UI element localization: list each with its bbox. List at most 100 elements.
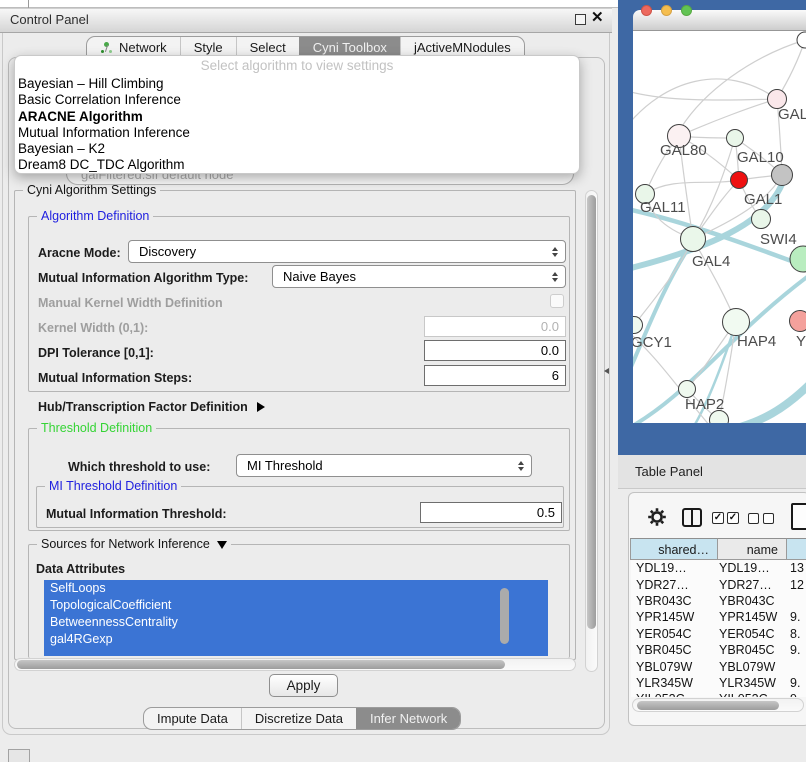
mi-type-value: Naive Bayes: [273, 269, 546, 284]
dpi-tolerance-label: DPI Tolerance [0,1]:: [38, 346, 154, 360]
sources-collapse-header[interactable]: Sources for Network Inference: [37, 537, 231, 551]
mi-threshold-label: Mutual Information Threshold:: [46, 507, 227, 521]
mi-steps-label: Mutual Information Steps:: [38, 371, 192, 385]
attribute-list-item[interactable]: SelfLoops: [44, 580, 548, 597]
which-threshold-value: MI Threshold: [237, 458, 512, 473]
network-node-label: GAL4: [692, 253, 730, 270]
attributes-list-scrollbar[interactable]: [500, 588, 509, 644]
network-node[interactable]: [727, 130, 744, 147]
table-row[interactable]: YBL079WYBL079W: [631, 658, 806, 674]
float-window-icon[interactable]: [575, 14, 586, 25]
table-row[interactable]: YLR345WYLR345W9.: [631, 675, 806, 691]
manual-kernel-checkbox[interactable]: [550, 294, 564, 308]
attribute-list-item[interactable]: TopologicalCoefficient: [44, 597, 548, 614]
table-row[interactable]: YER054CYER054C8.: [631, 626, 806, 642]
network-node-label: GAL1: [744, 191, 782, 208]
algorithm-option[interactable]: Bayesian – K2: [15, 141, 579, 157]
table-row[interactable]: YDR27…YDR27…12: [631, 576, 806, 592]
splitter-arrow-icon[interactable]: [604, 368, 609, 374]
mi-threshold-field[interactable]: 0.5: [420, 502, 562, 523]
network-node[interactable]: [797, 32, 806, 48]
network-node-label: GAL7: [778, 106, 806, 123]
table-row[interactable]: YBR045CYBR045C9.: [631, 642, 806, 658]
table-row[interactable]: YBR043CYBR043C: [631, 593, 806, 609]
close-traffic-light[interactable]: [641, 5, 652, 16]
network-node-label: GAL11: [640, 199, 686, 216]
network-node[interactable]: [681, 227, 706, 252]
mi-threshold-group-title: MI Threshold Definition: [45, 479, 181, 493]
network-canvas[interactable]: GAL7 GAL80 GAL10 GAL1 GAL11 SWI4 GAL4 GCY1 HAP4 Y…: [633, 31, 806, 423]
network-node[interactable]: [679, 381, 696, 398]
top-strip: [0, 0, 618, 8]
stepper-icon: [546, 247, 565, 257]
data-attributes-list[interactable]: SelfLoopsTopologicalCoefficientBetweenne…: [44, 580, 548, 656]
settings-vscroll-thumb[interactable]: [587, 195, 596, 629]
network-node-label: GAL10: [737, 149, 784, 166]
network-node[interactable]: [633, 317, 643, 334]
table-hscroll-thumb[interactable]: [637, 701, 779, 710]
tab-discretize-data[interactable]: Discretize Data: [241, 708, 356, 729]
tab-impute-data[interactable]: Impute Data: [144, 708, 241, 729]
algorithm-option[interactable]: ARACNE Algorithm: [15, 109, 579, 125]
network-node-label: GCY1: [633, 334, 672, 351]
algorithm-option[interactable]: Mutual Information Inference: [15, 125, 579, 141]
attribute-list-item[interactable]: BetweennessCentrality: [44, 614, 548, 631]
screen: Control Panel ✕ NetworkStyleSelectCyni T…: [0, 0, 806, 762]
aracne-mode-select[interactable]: Discovery: [128, 240, 566, 263]
sources-title: Sources for Network Inference: [41, 537, 210, 551]
column-header-shared-name[interactable]: shared…: [630, 538, 718, 560]
algorithm-option[interactable]: Dream8 DC_TDC Algorithm: [15, 157, 579, 173]
network-node[interactable]: [790, 246, 806, 272]
network-node[interactable]: [752, 210, 771, 229]
threshold-definition-title: Threshold Definition: [37, 421, 156, 435]
apply-button[interactable]: Apply: [269, 674, 338, 697]
page-icon[interactable]: [791, 503, 806, 530]
settings-hscroll-thumb[interactable]: [17, 660, 505, 669]
mi-steps-field[interactable]: 6: [424, 365, 566, 386]
checkbox-checked-icon[interactable]: ✓: [712, 512, 724, 524]
algorithm-popup-list: Bayesian – Hill ClimbingBasic Correlatio…: [15, 76, 579, 174]
mi-type-select[interactable]: Naive Bayes: [272, 265, 566, 288]
checkbox-unchecked-icon[interactable]: [763, 513, 774, 524]
which-threshold-label: Which threshold to use:: [68, 460, 210, 474]
column-header-name[interactable]: name: [718, 538, 787, 560]
algorithm-popup-placeholder: Select algorithm to view settings: [15, 56, 579, 76]
column-header-partial[interactable]: [787, 538, 806, 560]
settings-vscroll-track[interactable]: [585, 190, 598, 672]
table-rows: YDL19…YDL19…13YDR27…YDR27…12YBR043CYBR04…: [631, 560, 806, 697]
network-node-label: HAP4: [737, 333, 776, 350]
network-node-label: Y: [796, 333, 806, 350]
algorithm-option[interactable]: Basic Correlation Inference: [15, 92, 579, 108]
top-strip-divider: [28, 0, 29, 8]
gear-icon[interactable]: [647, 507, 667, 527]
dpi-tolerance-field[interactable]: 0.0: [424, 340, 566, 361]
split-columns-icon[interactable]: [682, 508, 702, 527]
table-row[interactable]: YPR145WYPR145W9.: [631, 609, 806, 625]
minimize-traffic-light[interactable]: [661, 5, 672, 16]
network-node[interactable]: [723, 309, 750, 336]
network-node-label: GAL80: [660, 142, 707, 159]
table-row[interactable]: YDL19…YDL19…13: [631, 560, 806, 576]
checkbox-unchecked-icon[interactable]: [748, 513, 759, 524]
kernel-width-field[interactable]: 0.0: [424, 316, 566, 337]
stepper-icon: [546, 272, 565, 282]
network-node[interactable]: [731, 172, 748, 189]
hub-definition-expander[interactable]: Hub/Transcription Factor Definition: [38, 400, 265, 414]
aracne-mode-value: Discovery: [129, 244, 546, 259]
which-threshold-select[interactable]: MI Threshold: [236, 454, 532, 477]
settings-hscroll-track[interactable]: [14, 658, 576, 671]
zoom-traffic-light[interactable]: [681, 5, 692, 16]
table-row[interactable]: YIL052CYIL052C9: [631, 691, 806, 697]
algorithm-option[interactable]: Bayesian – Hill Climbing: [15, 76, 579, 92]
network-node[interactable]: [772, 165, 793, 186]
expand-down-icon: [217, 541, 227, 549]
network-node[interactable]: [790, 311, 806, 332]
minimized-panel-icon[interactable]: [8, 749, 30, 762]
network-node-label: SWI4: [760, 231, 797, 248]
attribute-list-item[interactable]: gal4RGexp: [44, 631, 548, 648]
table-hscroll-track[interactable]: [632, 698, 804, 712]
checkbox-checked-icon[interactable]: ✓: [727, 512, 739, 524]
network-window-titlebar[interactable]: [633, 10, 806, 31]
tab-infer-network[interactable]: Infer Network: [356, 708, 460, 729]
close-icon[interactable]: ✕: [591, 10, 604, 25]
